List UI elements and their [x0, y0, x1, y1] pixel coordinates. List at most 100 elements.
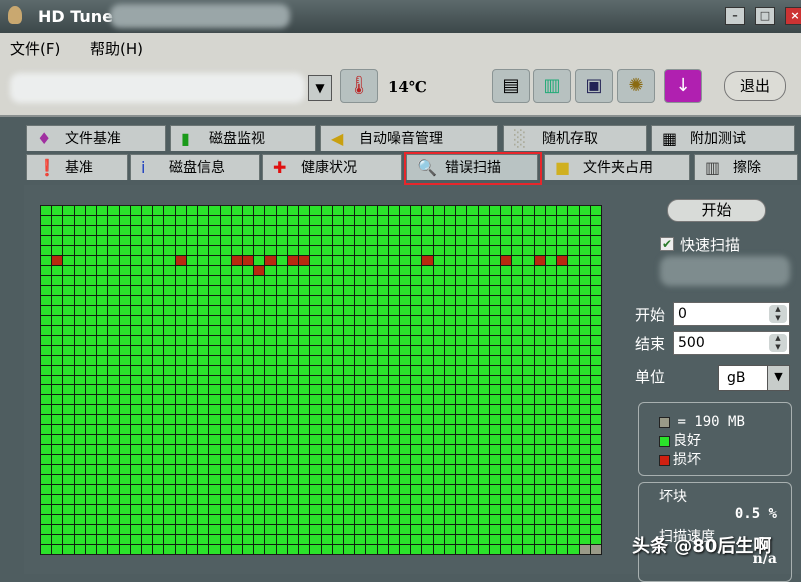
block-good [444, 405, 456, 415]
block-good [545, 435, 557, 445]
tab-folder-usage[interactable]: ■ 文件夹占用 [544, 154, 690, 180]
block-good [512, 545, 523, 554]
block-good [153, 215, 164, 225]
tab-disk-info[interactable]: i 磁盘信息 [130, 154, 260, 180]
tab-erase[interactable]: ▥ 擦除 [694, 154, 798, 180]
block-good [175, 245, 186, 255]
copy-screenshot-icon[interactable]: ▥ [533, 69, 571, 103]
block-good [74, 315, 85, 325]
quick-scan-checkbox[interactable]: ✔ [660, 237, 674, 251]
options-icon[interactable]: ✺ [617, 69, 655, 103]
tab-disk-monitor[interactable]: ▮ 磁盘监视 [170, 125, 316, 151]
drive-select[interactable] [10, 73, 305, 103]
minimize-button[interactable]: – [725, 7, 745, 25]
block-good [355, 545, 366, 554]
block-good [85, 485, 97, 495]
end-input[interactable]: 500 ▲ ▼ [673, 331, 790, 355]
tab-benchmark[interactable]: ❗ 基准 [26, 154, 128, 180]
menu-file[interactable]: 文件(F) [10, 38, 60, 59]
block-good [388, 455, 400, 465]
block-good [400, 325, 411, 335]
block-good [456, 465, 467, 475]
block-good [276, 475, 287, 485]
block-good [85, 435, 97, 445]
block-good [467, 245, 478, 255]
block-good [254, 355, 265, 365]
block-good [242, 355, 254, 365]
block-good [321, 285, 332, 295]
menu-help[interactable]: 帮助(H) [90, 38, 143, 59]
block-good [590, 505, 601, 515]
block-good [332, 295, 343, 305]
chevron-down-icon[interactable]: ▼ [767, 366, 789, 390]
block-good [467, 475, 478, 485]
block-good [74, 255, 85, 265]
block-good [355, 285, 366, 295]
tab-extra-tests[interactable]: ▦ 附加测试 [651, 125, 795, 151]
close-button[interactable]: × [785, 7, 801, 25]
block-good [74, 445, 85, 455]
block-good [523, 405, 534, 415]
block-good [579, 385, 590, 395]
block-good [231, 315, 242, 325]
block-good [579, 395, 590, 405]
block-good [444, 415, 456, 425]
block-good [52, 475, 63, 485]
block-good [355, 475, 366, 485]
block-good [400, 345, 411, 355]
block-good [456, 206, 467, 215]
block-good [74, 425, 85, 435]
tab-file-benchmark[interactable]: ♦ 文件基准 [26, 125, 166, 151]
block-good [63, 245, 74, 255]
block-good [119, 235, 130, 245]
block-good [74, 435, 85, 445]
block-good [501, 315, 512, 325]
tab-health[interactable]: ✚ 健康状况 [262, 154, 402, 180]
block-damaged [52, 255, 63, 265]
exit-button[interactable]: 退出 [724, 71, 786, 101]
maximize-button[interactable]: □ [755, 7, 775, 25]
block-good [74, 415, 85, 425]
block-good [52, 445, 63, 455]
block-good [366, 405, 377, 415]
block-good [231, 545, 242, 554]
block-good [400, 225, 411, 235]
block-good [209, 485, 220, 495]
block-good [400, 545, 411, 554]
block-good [265, 215, 276, 225]
block-good [534, 375, 545, 385]
block-good [467, 206, 478, 215]
block-good [153, 365, 164, 375]
start-input[interactable]: 0 ▲ ▼ [673, 302, 790, 326]
block-good [63, 515, 74, 525]
spinner-icon[interactable]: ▲ ▼ [769, 334, 787, 352]
save-icon[interactable]: ▣ [575, 69, 613, 103]
spinner-icon[interactable]: ▲ ▼ [769, 305, 787, 323]
tab-noise-management[interactable]: ◀ 自动噪音管理 [320, 125, 498, 151]
block-good [355, 465, 366, 475]
block-good [321, 385, 332, 395]
down-arrow-icon[interactable]: ↓ [664, 69, 702, 103]
block-good [377, 315, 388, 325]
unit-select[interactable]: gB ▼ [718, 365, 790, 391]
block-good [534, 465, 545, 475]
block-good [186, 515, 198, 525]
temperature: 14℃ [388, 78, 427, 96]
block-good [534, 295, 545, 305]
start-scan-button[interactable]: 开始 [667, 199, 766, 222]
block-good [321, 435, 332, 445]
block-good [141, 255, 153, 265]
block-good [198, 365, 209, 375]
block-good [220, 505, 231, 515]
block-good [433, 465, 444, 475]
copy-text-icon[interactable]: ▤ [492, 69, 530, 103]
block-good [478, 425, 489, 435]
block-good [411, 315, 422, 325]
block-good [467, 535, 478, 545]
tab-random-access[interactable]: ░ 随机存取 [503, 125, 647, 151]
block-good [41, 355, 52, 365]
block-good [545, 535, 557, 545]
block-good [41, 405, 52, 415]
chevron-down-icon[interactable]: ▼ [308, 75, 332, 101]
block-good [164, 455, 175, 465]
